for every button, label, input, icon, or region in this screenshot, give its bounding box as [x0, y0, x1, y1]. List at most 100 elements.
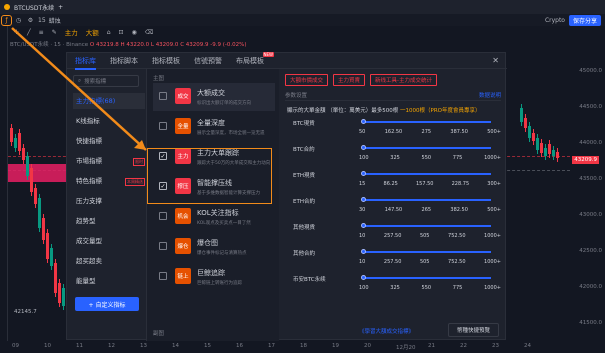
- big-deal-button[interactable]: 大额: [86, 27, 99, 37]
- indicator-desc: 展示全量深度，市场全貌一览无遗: [197, 131, 265, 136]
- chart-type-selector[interactable]: 蜡烛: [49, 16, 61, 25]
- checkbox[interactable]: [159, 212, 167, 220]
- slider-knob[interactable]: [361, 119, 366, 124]
- slider-track[interactable]: [361, 249, 491, 254]
- x-axis[interactable]: 09 10 11 12 13 14 15 16 17 18 19 20 12月20 21 22 23 24: [8, 341, 570, 353]
- main-force-button[interactable]: 主力: [65, 27, 78, 37]
- threshold-row: ETH現貨 15 86.25 157.50 228.75 300+: [287, 171, 501, 193]
- slider-knob[interactable]: [361, 223, 366, 228]
- x-tick: 12: [108, 343, 115, 349]
- candle: [54, 263, 57, 293]
- data-explain-link[interactable]: 数据说明: [479, 91, 501, 99]
- category-trend[interactable]: 趋势型: [73, 213, 145, 229]
- crypto-selector[interactable]: Crypto: [545, 17, 565, 24]
- checkbox[interactable]: [159, 272, 167, 280]
- settings-icon[interactable]: ⚙: [26, 16, 35, 25]
- left-drawing-bar: [0, 26, 8, 341]
- slider-track[interactable]: [361, 223, 491, 228]
- candle: [528, 126, 531, 138]
- candle: [556, 152, 559, 158]
- tab-signal-alerts[interactable]: 信號預警: [194, 56, 222, 66]
- add-custom-indicator-button[interactable]: + 自定义指标: [75, 297, 139, 311]
- brush-icon[interactable]: ✎: [52, 29, 57, 36]
- tab-indicator-library[interactable]: 指标库: [75, 56, 96, 70]
- category-support-resistance[interactable]: 压力支撑: [73, 193, 145, 209]
- category-overbought-oversold[interactable]: 超买超卖: [73, 253, 145, 269]
- trash-icon[interactable]: ⌫: [145, 29, 153, 36]
- fib-tool-icon[interactable]: ≡: [39, 29, 44, 36]
- tab-indicator-templates[interactable]: 指标模板: [152, 56, 180, 66]
- indicator-tag: 爆仓: [175, 238, 191, 254]
- category-main-force[interactable]: 主力指標(68): [73, 93, 145, 109]
- eye-icon[interactable]: ◉: [132, 29, 137, 36]
- slider-knob[interactable]: [361, 197, 366, 202]
- tab-indicator-scripts[interactable]: 指标脚本: [110, 56, 138, 66]
- tab-layout-templates[interactable]: 布局模板 NEW: [236, 51, 274, 66]
- candle: [38, 198, 41, 228]
- clock-icon[interactable]: ◷: [14, 16, 23, 25]
- threshold-row: BTC現貨 50 162.50 275 387.50 500+: [287, 119, 501, 141]
- slider-knob[interactable]: [361, 249, 366, 254]
- indicator-name: 大额成交: [197, 89, 225, 97]
- slider-tick: 387.50: [450, 129, 468, 135]
- category-market[interactable]: 市場指標 限时: [73, 153, 145, 169]
- lock-icon[interactable]: ⊡: [119, 29, 124, 36]
- slider-tick: 775: [452, 285, 463, 291]
- pill-big-deal[interactable]: 大額市價成交: [285, 74, 329, 86]
- checkbox[interactable]: [159, 242, 167, 250]
- slider-track[interactable]: [361, 275, 491, 280]
- slider-track[interactable]: [361, 119, 491, 124]
- candle: [536, 138, 539, 150]
- candle: [14, 138, 17, 148]
- candle: [532, 133, 535, 141]
- threshold-row: 币安BTC永续 100 325 550 775 1000+: [287, 275, 501, 297]
- category-volume[interactable]: 成交量型: [73, 233, 145, 249]
- indicator-item[interactable]: 链上 巨鲸追踪 巨鲸链上转账行为追踪: [153, 263, 275, 291]
- line-tool-icon[interactable]: ╱: [27, 29, 31, 36]
- slider-knob[interactable]: [361, 145, 366, 150]
- pill-main-force[interactable]: 主力買賣: [333, 74, 366, 86]
- slider-knob[interactable]: [361, 275, 366, 280]
- candle: [548, 144, 551, 154]
- indicator-desc: 标识出大额订单的成交方向: [197, 101, 251, 106]
- crosshair-icon[interactable]: ✛: [14, 29, 19, 36]
- category-featured[interactable]: 特色指標 本周精选: [73, 173, 145, 189]
- tab-layout-label: 布局模板: [236, 56, 264, 65]
- indicator-item[interactable]: 爆仓 爆仓图 爆仓事件标记与清算热点: [153, 233, 275, 261]
- support-zone: [8, 164, 72, 182]
- drawing-toolbar: ✛ ╱ ≡ ✎ 主力 大额 ⌂ ⊡ ◉ ⌫: [0, 26, 605, 38]
- slider-track[interactable]: [361, 197, 491, 202]
- indicator-item[interactable]: 机会 KOL关注指标 KOL观点及买卖点一目了然: [153, 203, 275, 231]
- magnet-icon[interactable]: ⌂: [107, 29, 111, 36]
- indicator-item[interactable]: 成交 大额成交 标识出大额订单的成交方向: [153, 83, 275, 111]
- slider-tick: 275: [421, 129, 432, 135]
- pill-new-tool[interactable]: 新线工具-主力成交统计: [370, 74, 438, 86]
- interval-selector[interactable]: 15: [38, 17, 46, 24]
- slider-track[interactable]: [361, 145, 491, 150]
- indicator-name: 全量深度: [197, 119, 225, 127]
- category-quick[interactable]: 快捷指標: [73, 133, 145, 149]
- indicators-icon[interactable]: ƒ: [1, 14, 12, 26]
- share-button[interactable]: 保存分享: [568, 15, 601, 26]
- slider-knob[interactable]: [361, 171, 366, 176]
- btc-icon: [4, 4, 10, 10]
- checkbox[interactable]: [159, 122, 167, 130]
- pro-note[interactable]: 一1000根（PRO年度會員專享）: [400, 108, 480, 114]
- indicator-item[interactable]: 全量 全量深度 展示全量深度，市场全貌一览无遗: [153, 113, 275, 141]
- threshold-row: ETH合約 30 147.50 265 382.50 500+: [287, 197, 501, 219]
- close-icon[interactable]: ✕: [492, 56, 499, 65]
- quick-preview-button[interactable]: 幣種快捷預覽: [447, 323, 499, 337]
- indicator-pills: 大額市價成交 主力買賣 新线工具-主力成交统计: [285, 74, 438, 86]
- slider-track[interactable]: [361, 171, 491, 176]
- y-axis[interactable]: 45000.0 44500.0 44000.0 43500.0 43000.0 …: [570, 48, 605, 340]
- checkbox[interactable]: [159, 92, 167, 100]
- slider-values: 50 162.50 275 387.50 500+: [359, 129, 501, 135]
- symbol-title[interactable]: BTCUSDT永续: [14, 3, 54, 12]
- slider-tick: 86.25: [383, 181, 398, 187]
- indicator-name: 巨鲸追踪: [197, 269, 225, 277]
- add-tab-icon[interactable]: +: [58, 4, 63, 11]
- category-kline[interactable]: K线指标: [73, 113, 145, 129]
- category-energy[interactable]: 能量型: [73, 273, 145, 289]
- learn-link[interactable]: 《學習大額成交指標》: [359, 327, 414, 335]
- search-input[interactable]: ⌕ 搜索指標: [73, 75, 139, 87]
